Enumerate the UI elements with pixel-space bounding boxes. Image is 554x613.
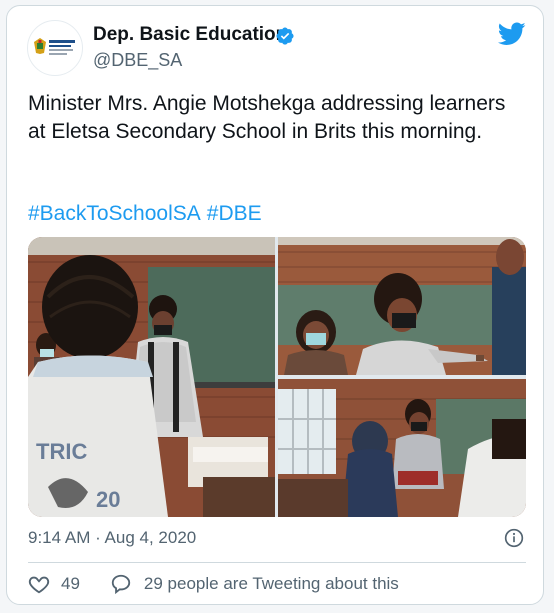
jersey-text: TRIC xyxy=(36,439,87,464)
tweet-text: Minister Mrs. Angie Motshekga addressing… xyxy=(28,92,506,143)
like-count[interactable]: 49 xyxy=(61,574,80,594)
info-icon[interactable] xyxy=(504,528,524,548)
photo-3[interactable] xyxy=(278,379,526,517)
tweet-actions: 49 29 people are Tweeting about this xyxy=(28,572,399,596)
divider xyxy=(28,562,526,563)
photo-grid: TRIC 20 xyxy=(28,237,526,517)
author-name[interactable]: Dep. Basic Education xyxy=(93,24,287,46)
author-handle[interactable]: @DBE_SA xyxy=(93,50,182,71)
photo-2[interactable] xyxy=(278,237,526,375)
coat-of-arms-icon xyxy=(34,38,46,54)
reply-text[interactable]: 29 people are Tweeting about this xyxy=(144,574,399,594)
avatar-wordmark xyxy=(49,40,75,57)
tweet-card[interactable]: Dep. Basic Education @DBE_SA Minister Mr… xyxy=(6,5,544,605)
jersey-number: 20 xyxy=(96,487,120,512)
author-avatar[interactable] xyxy=(27,20,83,76)
reply-bubble-icon[interactable] xyxy=(110,573,132,595)
verified-badge-icon xyxy=(276,27,294,45)
photo-1[interactable]: TRIC 20 xyxy=(28,237,275,517)
twitter-bird-icon[interactable] xyxy=(498,22,526,46)
hashtag-link[interactable]: #BackToSchoolSA xyxy=(28,202,201,225)
hashtag-link[interactable]: #DBE xyxy=(207,202,262,225)
tweet-timestamp[interactable]: 9:14 AM · Aug 4, 2020 xyxy=(28,528,196,548)
hashtag-row: #BackToSchoolSA #DBE xyxy=(28,202,268,226)
heart-icon[interactable] xyxy=(28,573,50,595)
